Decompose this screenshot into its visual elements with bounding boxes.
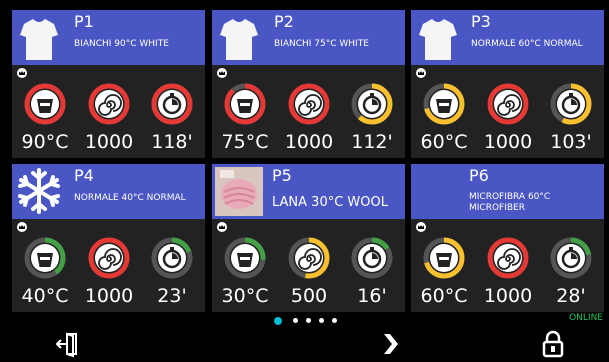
- program-card-header: P1 BIANCHI 90°C WHITE: [12, 10, 205, 65]
- crown-icon: [17, 222, 27, 232]
- spin-speed-value: 500: [290, 285, 328, 307]
- spin-gauge: [487, 237, 529, 279]
- temperature-gauge: [224, 83, 266, 125]
- page-dot[interactable]: [306, 318, 311, 323]
- program-card-header: P2 BIANCHI 75°C WHITE: [212, 10, 405, 65]
- crown-icon: [416, 68, 426, 78]
- temperature-gauge: [423, 237, 465, 279]
- program-card-p1[interactable]: P1 BIANCHI 90°C WHITE 90°C 1000 118': [12, 10, 205, 158]
- duration-value: 16': [357, 285, 387, 307]
- program-card-p2[interactable]: P2 BIANCHI 75°C WHITE 75°C 1000 112': [212, 10, 405, 158]
- temperature-value: 40°C: [21, 285, 69, 307]
- timer-gauge: [550, 237, 592, 279]
- lock-icon[interactable]: [539, 330, 567, 358]
- crown-icon: [217, 222, 227, 232]
- online-status: ONLINE: [569, 313, 603, 323]
- program-name: P3: [471, 12, 491, 31]
- program-name: P5: [272, 166, 292, 185]
- temperature-value: 60°C: [420, 131, 468, 153]
- program-card-p5[interactable]: P5 LANA 30°C WOOL 30°C 500 16': [212, 164, 405, 312]
- exit-door-icon[interactable]: [54, 330, 82, 358]
- duration-value: 23': [157, 285, 187, 307]
- spin-gauge: [288, 83, 330, 125]
- program-description: NORMALE 40°C NORMAL: [74, 193, 186, 203]
- program-card-header: P5 LANA 30°C WOOL: [212, 164, 405, 219]
- program-name: P1: [74, 12, 94, 31]
- temperature-gauge: [24, 83, 66, 125]
- timer-gauge: [351, 237, 393, 279]
- duration-value: 112': [351, 131, 393, 153]
- crown-icon: [416, 222, 426, 232]
- program-description: BIANCHI 90°C WHITE: [74, 39, 169, 49]
- program-name: P6: [469, 166, 489, 185]
- timer-gauge: [351, 83, 393, 125]
- spin-gauge: [288, 237, 330, 279]
- page-dot[interactable]: [319, 318, 324, 323]
- program-description: NORMALE 60°C NORMAL: [471, 39, 583, 49]
- timer-gauge: [550, 83, 592, 125]
- spin-gauge: [88, 237, 130, 279]
- program-card-header: P6 MICROFIBRA 60°C MICROFIBER: [411, 164, 604, 219]
- shirt-icon: [220, 19, 258, 60]
- wool-icon: [215, 167, 263, 216]
- page-dot[interactable]: [332, 318, 337, 323]
- temperature-value: 75°C: [221, 131, 269, 153]
- program-description: BIANCHI 75°C WHITE: [274, 39, 369, 49]
- temperature-value: 90°C: [21, 131, 69, 153]
- program-description: MICROFIBRA 60°C MICROFIBER: [469, 192, 551, 213]
- snowflake-icon: [18, 168, 60, 214]
- duration-value: 118': [151, 131, 193, 153]
- program-card-p4[interactable]: P4 NORMALE 40°C NORMAL 40°C 1000 23': [12, 164, 205, 312]
- program-card-p6[interactable]: P6 MICROFIBRA 60°C MICROFIBER 60°C 1000 …: [411, 164, 604, 312]
- spin-speed-value: 1000: [483, 131, 533, 153]
- shirt-icon: [20, 19, 58, 60]
- program-card-header: P3 NORMALE 60°C NORMAL: [411, 10, 604, 65]
- temperature-value: 60°C: [420, 285, 468, 307]
- crown-icon: [17, 68, 27, 78]
- program-card-header: P4 NORMALE 40°C NORMAL: [12, 164, 205, 219]
- temperature-gauge: [423, 83, 465, 125]
- program-name: P4: [74, 166, 94, 185]
- timer-gauge: [151, 237, 193, 279]
- spin-gauge: [88, 83, 130, 125]
- page-dot[interactable]: [293, 318, 298, 323]
- program-description: LANA 30°C WOOL: [272, 195, 388, 210]
- spin-speed-value: 1000: [483, 285, 533, 307]
- spin-speed-value: 1000: [284, 131, 334, 153]
- duration-value: 103': [550, 131, 592, 153]
- chevron-right-icon[interactable]: [376, 330, 404, 358]
- duration-value: 28': [556, 285, 586, 307]
- timer-gauge: [151, 83, 193, 125]
- program-name: P2: [274, 12, 294, 31]
- spin-gauge: [487, 83, 529, 125]
- crown-icon: [217, 68, 227, 78]
- temperature-gauge: [24, 237, 66, 279]
- spin-speed-value: 1000: [84, 131, 134, 153]
- temperature-value: 30°C: [221, 285, 269, 307]
- temperature-gauge: [224, 237, 266, 279]
- page-dot-active[interactable]: [274, 317, 282, 325]
- shirt-icon: [419, 19, 457, 60]
- spin-speed-value: 1000: [84, 285, 134, 307]
- program-card-p3[interactable]: P3 NORMALE 60°C NORMAL 60°C 1000 103': [411, 10, 604, 158]
